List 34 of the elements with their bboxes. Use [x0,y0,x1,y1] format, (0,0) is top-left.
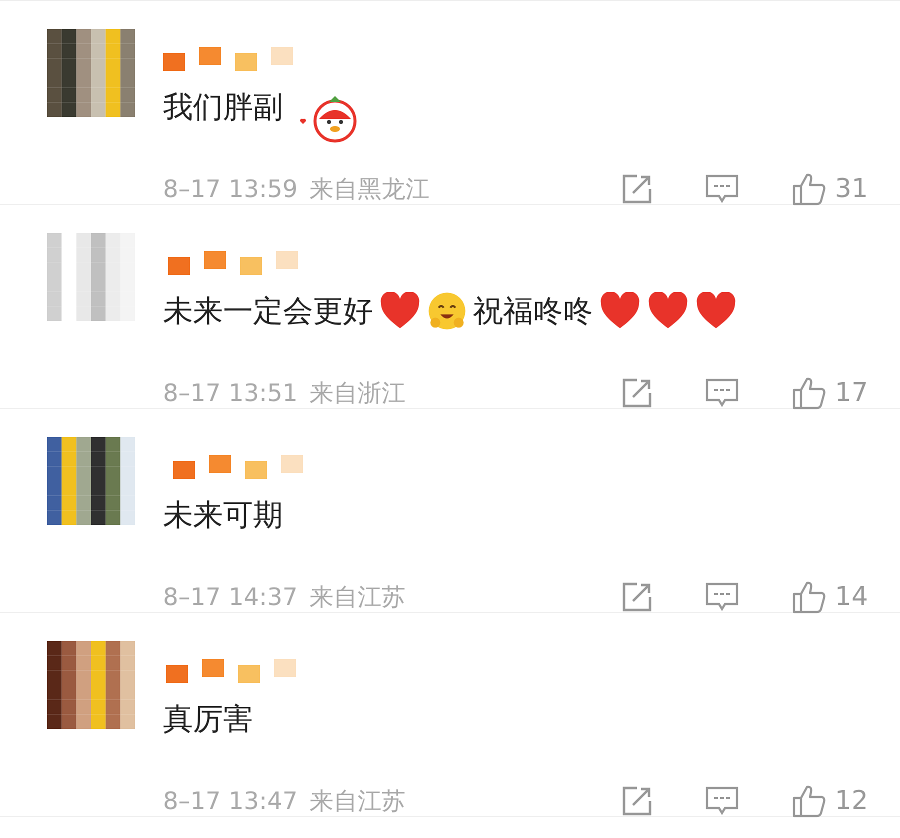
heart-icon [379,292,421,330]
heart-icon [695,292,737,330]
comment-time: 8–17 13:47 [163,787,298,815]
comment-time: 8–17 13:51 [163,379,298,407]
comment-text: 未来一定会更好 [163,292,373,330]
comment-location: 来自江苏 [310,786,406,817]
heart-icon [599,292,641,330]
thumbs-up-icon [790,783,827,819]
thumbs-up-icon [790,375,827,411]
comment-icon[interactable] [704,785,739,817]
comment-time: 8–17 13:59 [163,175,298,203]
comment-text: 未来可期 [163,496,283,534]
comment-location: 来自浙江 [310,378,406,409]
like-button[interactable]: 17 [790,375,868,411]
comment-text: 祝福咚咚 [473,292,593,330]
comment-icon[interactable] [704,581,739,613]
comment-text: 我们胖副 [163,88,283,126]
smiley-icon [427,291,467,331]
like-button[interactable]: 12 [790,783,868,819]
comment-location: 来自江苏 [310,582,406,613]
share-icon[interactable] [620,377,653,409]
like-button[interactable]: 31 [790,171,868,207]
comment-time: 8–17 14:37 [163,583,298,611]
like-button[interactable]: 14 [790,579,868,615]
comment-icon[interactable] [704,377,739,409]
share-icon[interactable] [620,581,653,613]
comment-location: 来自黑龙江 [310,174,430,205]
share-icon[interactable] [620,173,653,205]
comment-icon[interactable] [704,173,739,205]
comment-text: 真厉害 [163,700,253,738]
share-icon[interactable] [620,785,653,817]
heart-icon [647,292,689,330]
thumbs-up-icon [790,579,827,615]
thumbs-up-icon [790,171,827,207]
